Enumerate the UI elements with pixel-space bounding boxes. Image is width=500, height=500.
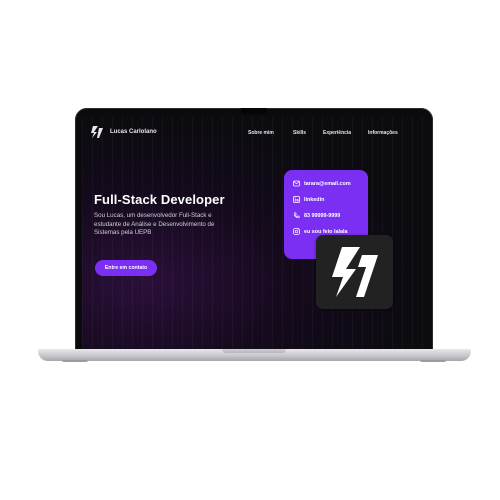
laptop-mockup: Lucas Carlolano Sobre mim Skills Experiê… [0, 0, 500, 500]
contact-email[interactable]: tarara@email.com [293, 180, 351, 187]
nav-item-sobre-mim[interactable]: Sobre mim [248, 130, 274, 136]
hero-title: Full-Stack Developer [94, 192, 225, 207]
phone-icon [293, 212, 300, 219]
top-navigation: Lucas Carlolano Sobre mim Skills Experiê… [82, 122, 426, 144]
contact-email-text: tarara@email.com [304, 180, 351, 187]
contact-cta-button[interactable]: Entre em contato [95, 260, 157, 276]
laptop-base-notch [222, 349, 286, 353]
nav-item-informacoes[interactable]: Informações [368, 130, 398, 136]
laptop-foot-left [62, 360, 88, 362]
logo-tile [316, 235, 393, 309]
contact-instagram-text: eu sou feio lalala [304, 228, 348, 235]
laptop-foot-right [420, 360, 446, 362]
contact-phone[interactable]: 83 99999-9999 [293, 212, 340, 219]
instagram-icon [293, 228, 300, 235]
contact-phone-text: 83 99999-9999 [304, 212, 341, 219]
website-screen: Lucas Carlolano Sobre mim Skills Experiê… [82, 116, 426, 349]
contact-instagram[interactable]: eu sou feio lalala [293, 228, 347, 235]
lightning-monogram-large-icon [332, 247, 378, 297]
hero-description: Sou Lucas, um desenvolvedor Full-Stack e… [94, 212, 215, 237]
linkedin-icon [293, 196, 300, 203]
nav-item-experiencia[interactable]: Experiência [323, 130, 351, 136]
camera-notch [241, 108, 267, 114]
brand-name[interactable]: Lucas Carlolano [110, 129, 157, 135]
contact-linkedin-text: linkedin [304, 196, 325, 203]
nav-item-skills[interactable]: Skills [293, 130, 306, 136]
contact-linkedin[interactable]: linkedin [293, 196, 324, 203]
mail-icon [293, 180, 300, 187]
lightning-monogram-icon[interactable] [90, 125, 104, 139]
